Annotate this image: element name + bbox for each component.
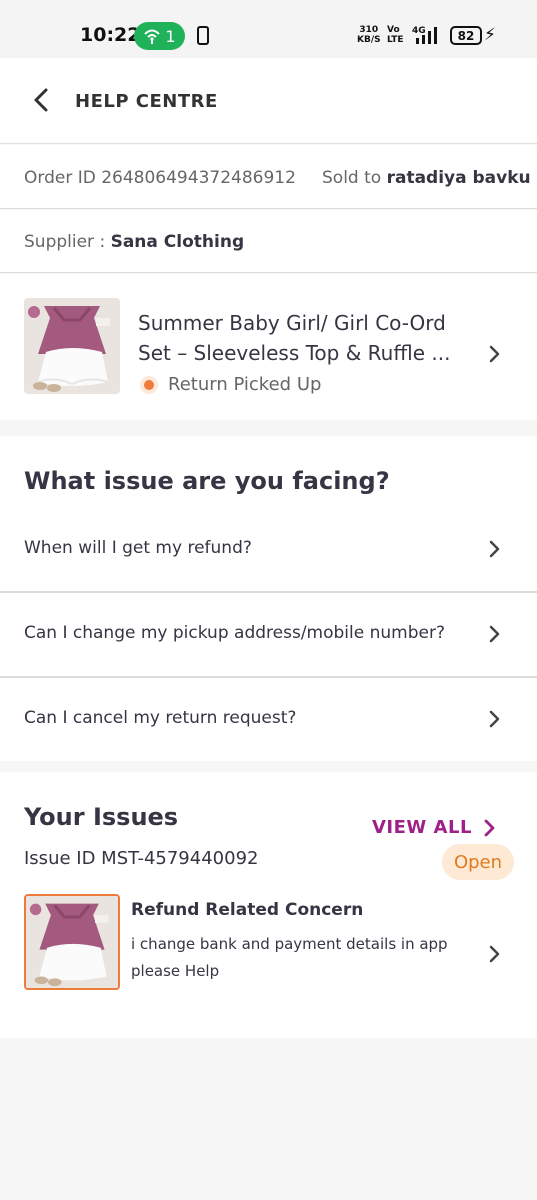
- issue-description: i change bank and payment details in app…: [131, 935, 448, 980]
- faq-heading: What issue are you facing?: [24, 467, 390, 495]
- battery-level: 82: [457, 28, 475, 43]
- status-badge: Open: [442, 844, 514, 880]
- faq-item-refund[interactable]: When will I get my refund?: [0, 508, 537, 592]
- phone-icon: [197, 26, 209, 45]
- hotspot-icon: [144, 29, 161, 44]
- page-title: HELP CENTRE: [75, 91, 218, 112]
- product-name: Summer Baby Girl/ Girl Co-Ord Set – Slee…: [138, 311, 451, 365]
- supplier-name: Sana Clothing: [110, 232, 245, 252]
- back-arrow-icon[interactable]: [28, 84, 58, 116]
- issue-product-image: [24, 894, 120, 990]
- signal-icon: 4G: [412, 26, 437, 44]
- charging-icon: ⚡: [484, 25, 496, 45]
- faq-question: When will I get my refund?: [24, 538, 252, 558]
- faq-question: Can I cancel my return request?: [24, 708, 297, 728]
- chevron-right-icon: [489, 540, 500, 558]
- product-image: [24, 298, 120, 394]
- app-header: HELP CENTRE: [0, 58, 537, 144]
- chevron-right-icon: [489, 625, 500, 643]
- view-all-label: VIEW ALL: [372, 817, 472, 838]
- product-status-text: Return Picked Up: [168, 374, 322, 395]
- product-card[interactable]: Summer Baby Girl/ Girl Co-Ord Set – Slee…: [0, 274, 537, 420]
- issue-title: Refund Related Concern: [131, 900, 364, 920]
- order-id: Order ID 264806494372486912: [24, 168, 296, 188]
- supplier-label: Supplier :: [24, 232, 106, 252]
- supplier-row: Supplier : Sana Clothing: [0, 210, 537, 273]
- svg-text:4G: 4G: [412, 26, 426, 36]
- sold-to: Sold to ratadiya bavku: [322, 168, 531, 188]
- volte-indicator: Vo LTE: [387, 25, 404, 45]
- faq-item-pickup-address[interactable]: Can I change my pickup address/mobile nu…: [0, 593, 537, 677]
- faq-section: What issue are you facing? When will I g…: [0, 436, 537, 761]
- status-time: 10:22: [80, 24, 141, 46]
- product-status: Return Picked Up: [144, 374, 321, 395]
- chevron-right-icon[interactable]: [488, 944, 502, 964]
- battery-icon: 82: [450, 26, 482, 45]
- faq-question: Can I change my pickup address/mobile nu…: [24, 623, 445, 643]
- net-speed: 310 KB/S: [357, 25, 381, 45]
- issue-id: Issue ID MST-4579440092: [24, 848, 259, 869]
- chevron-right-icon: [489, 710, 500, 728]
- view-all-link[interactable]: VIEW ALL: [372, 817, 496, 838]
- your-issues-section: Your Issues VIEW ALL Issue ID MST-457944…: [0, 772, 537, 1038]
- faq-item-cancel-return[interactable]: Can I cancel my return request?: [0, 678, 537, 762]
- hotspot-count: 1: [165, 26, 176, 46]
- sold-to-name: ratadiya bavku: [386, 168, 531, 188]
- chevron-right-icon: [484, 819, 495, 836]
- order-info-row: Order ID 264806494372486912 Sold to rata…: [0, 145, 537, 209]
- status-dot: [144, 379, 154, 390]
- hotspot-indicator: 1: [134, 22, 185, 50]
- supplier: Supplier : Sana Clothing: [24, 232, 244, 252]
- your-issues-heading: Your Issues: [24, 803, 179, 831]
- sold-to-label: Sold to: [322, 168, 382, 188]
- chevron-right-icon: [489, 345, 500, 363]
- status-bar: 10:22 1 310 KB/S Vo LTE 4G 82 ⚡: [0, 0, 537, 58]
